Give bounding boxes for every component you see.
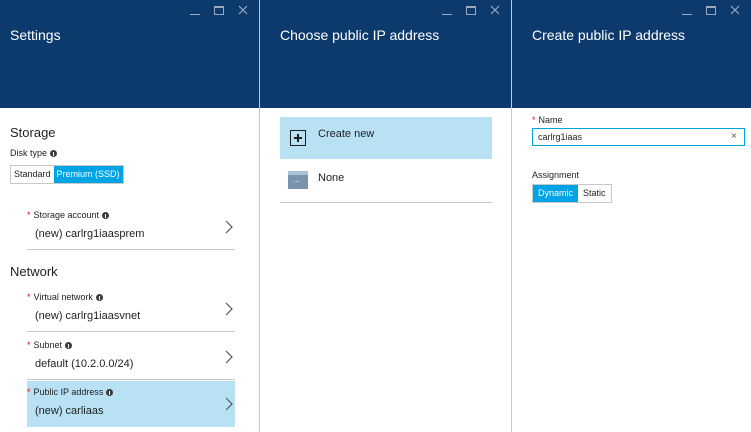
subnet-item[interactable]: * Subnet default (10.2.0.0/24) (27, 334, 235, 380)
chevron-right-icon (225, 350, 233, 364)
maximize-icon[interactable] (705, 4, 717, 16)
clear-input-icon[interactable]: × (731, 131, 737, 143)
info-icon[interactable] (102, 211, 110, 219)
disk-type-label-text: Disk type (10, 148, 48, 158)
storage-account-label: * Storage account (27, 210, 110, 220)
virtual-network-item[interactable]: * Virtual network (new) carlrg1iaasvnet (27, 286, 235, 332)
required-marker: * (27, 340, 31, 350)
assignment-toggle: Dynamic Static (532, 184, 612, 203)
minimize-icon[interactable] (189, 4, 201, 16)
subnet-label-text: Subnet (33, 340, 63, 350)
required-marker: * (27, 387, 31, 397)
subnet-value: default (10.2.0.0/24) (35, 358, 134, 370)
close-icon[interactable] (489, 4, 501, 16)
name-input[interactable] (532, 128, 745, 146)
create-public-ip-blade: Create public IP address * Name × Assign… (512, 0, 751, 432)
required-marker: * (27, 292, 31, 302)
required-marker: * (27, 210, 31, 220)
none-label: None (318, 172, 345, 184)
virtual-network-value: (new) carlrg1iaasvnet (35, 310, 141, 322)
minimize-icon[interactable] (681, 4, 693, 16)
public-ip-address-label: * Public IP address (27, 387, 114, 397)
disk-type-label: Disk type (10, 148, 58, 158)
network-heading: Network (10, 264, 58, 279)
window-controls (441, 4, 501, 16)
disk-type-standard-option[interactable]: Standard (11, 166, 54, 183)
blade-title: Create public IP address (532, 27, 686, 43)
storage-account-item[interactable]: * Storage account (new) carlrg1iaasprem (27, 204, 235, 250)
info-icon[interactable] (106, 388, 114, 396)
assignment-dynamic-option[interactable]: Dynamic (533, 185, 579, 202)
window-controls (681, 4, 741, 16)
close-icon[interactable] (729, 4, 741, 16)
none-option[interactable]: None (280, 160, 492, 203)
empty-resource-icon (288, 171, 308, 189)
info-icon[interactable] (50, 149, 58, 157)
subnet-label: * Subnet (27, 340, 73, 350)
chevron-right-icon (225, 302, 233, 316)
disk-type-toggle: Standard Premium (SSD) (10, 165, 124, 184)
create-new-option[interactable]: Create new (280, 117, 492, 159)
public-ip-address-item[interactable]: * Public IP address (new) carliaas (27, 381, 235, 427)
chevron-right-icon (225, 220, 233, 234)
choose-public-ip-blade-header: Choose public IP address (260, 0, 511, 108)
maximize-icon[interactable] (465, 4, 477, 16)
create-public-ip-blade-header: Create public IP address (512, 0, 751, 108)
blade-title: Settings (10, 27, 61, 43)
create-new-label: Create new (318, 128, 375, 140)
plus-icon (290, 130, 306, 146)
storage-account-label-text: Storage account (33, 210, 100, 220)
choose-public-ip-blade: Choose public IP address Create new None (260, 0, 512, 432)
assignment-label: Assignment (532, 170, 580, 180)
public-ip-address-value: (new) carliaas (35, 405, 104, 417)
storage-account-value: (new) carlrg1iaasprem (35, 228, 145, 240)
public-ip-address-label-text: Public IP address (33, 387, 104, 397)
name-label: * Name (532, 115, 563, 125)
settings-blade: Settings Storage Disk type Standard Prem… (0, 0, 260, 432)
name-label-text: Name (538, 115, 563, 125)
maximize-icon[interactable] (213, 4, 225, 16)
blade-title: Choose public IP address (280, 27, 440, 43)
chevron-right-icon (225, 397, 233, 411)
minimize-icon[interactable] (441, 4, 453, 16)
info-icon[interactable] (95, 293, 103, 301)
virtual-network-label: * Virtual network (27, 292, 103, 302)
settings-blade-header: Settings (0, 0, 259, 108)
required-marker: * (532, 115, 536, 125)
assignment-static-option[interactable]: Static (578, 185, 611, 202)
disk-type-premium-option[interactable]: Premium (SSD) (53, 166, 123, 183)
close-icon[interactable] (237, 4, 249, 16)
storage-heading: Storage (10, 125, 56, 140)
virtual-network-label-text: Virtual network (33, 292, 93, 302)
window-controls (189, 4, 249, 16)
info-icon[interactable] (65, 341, 73, 349)
